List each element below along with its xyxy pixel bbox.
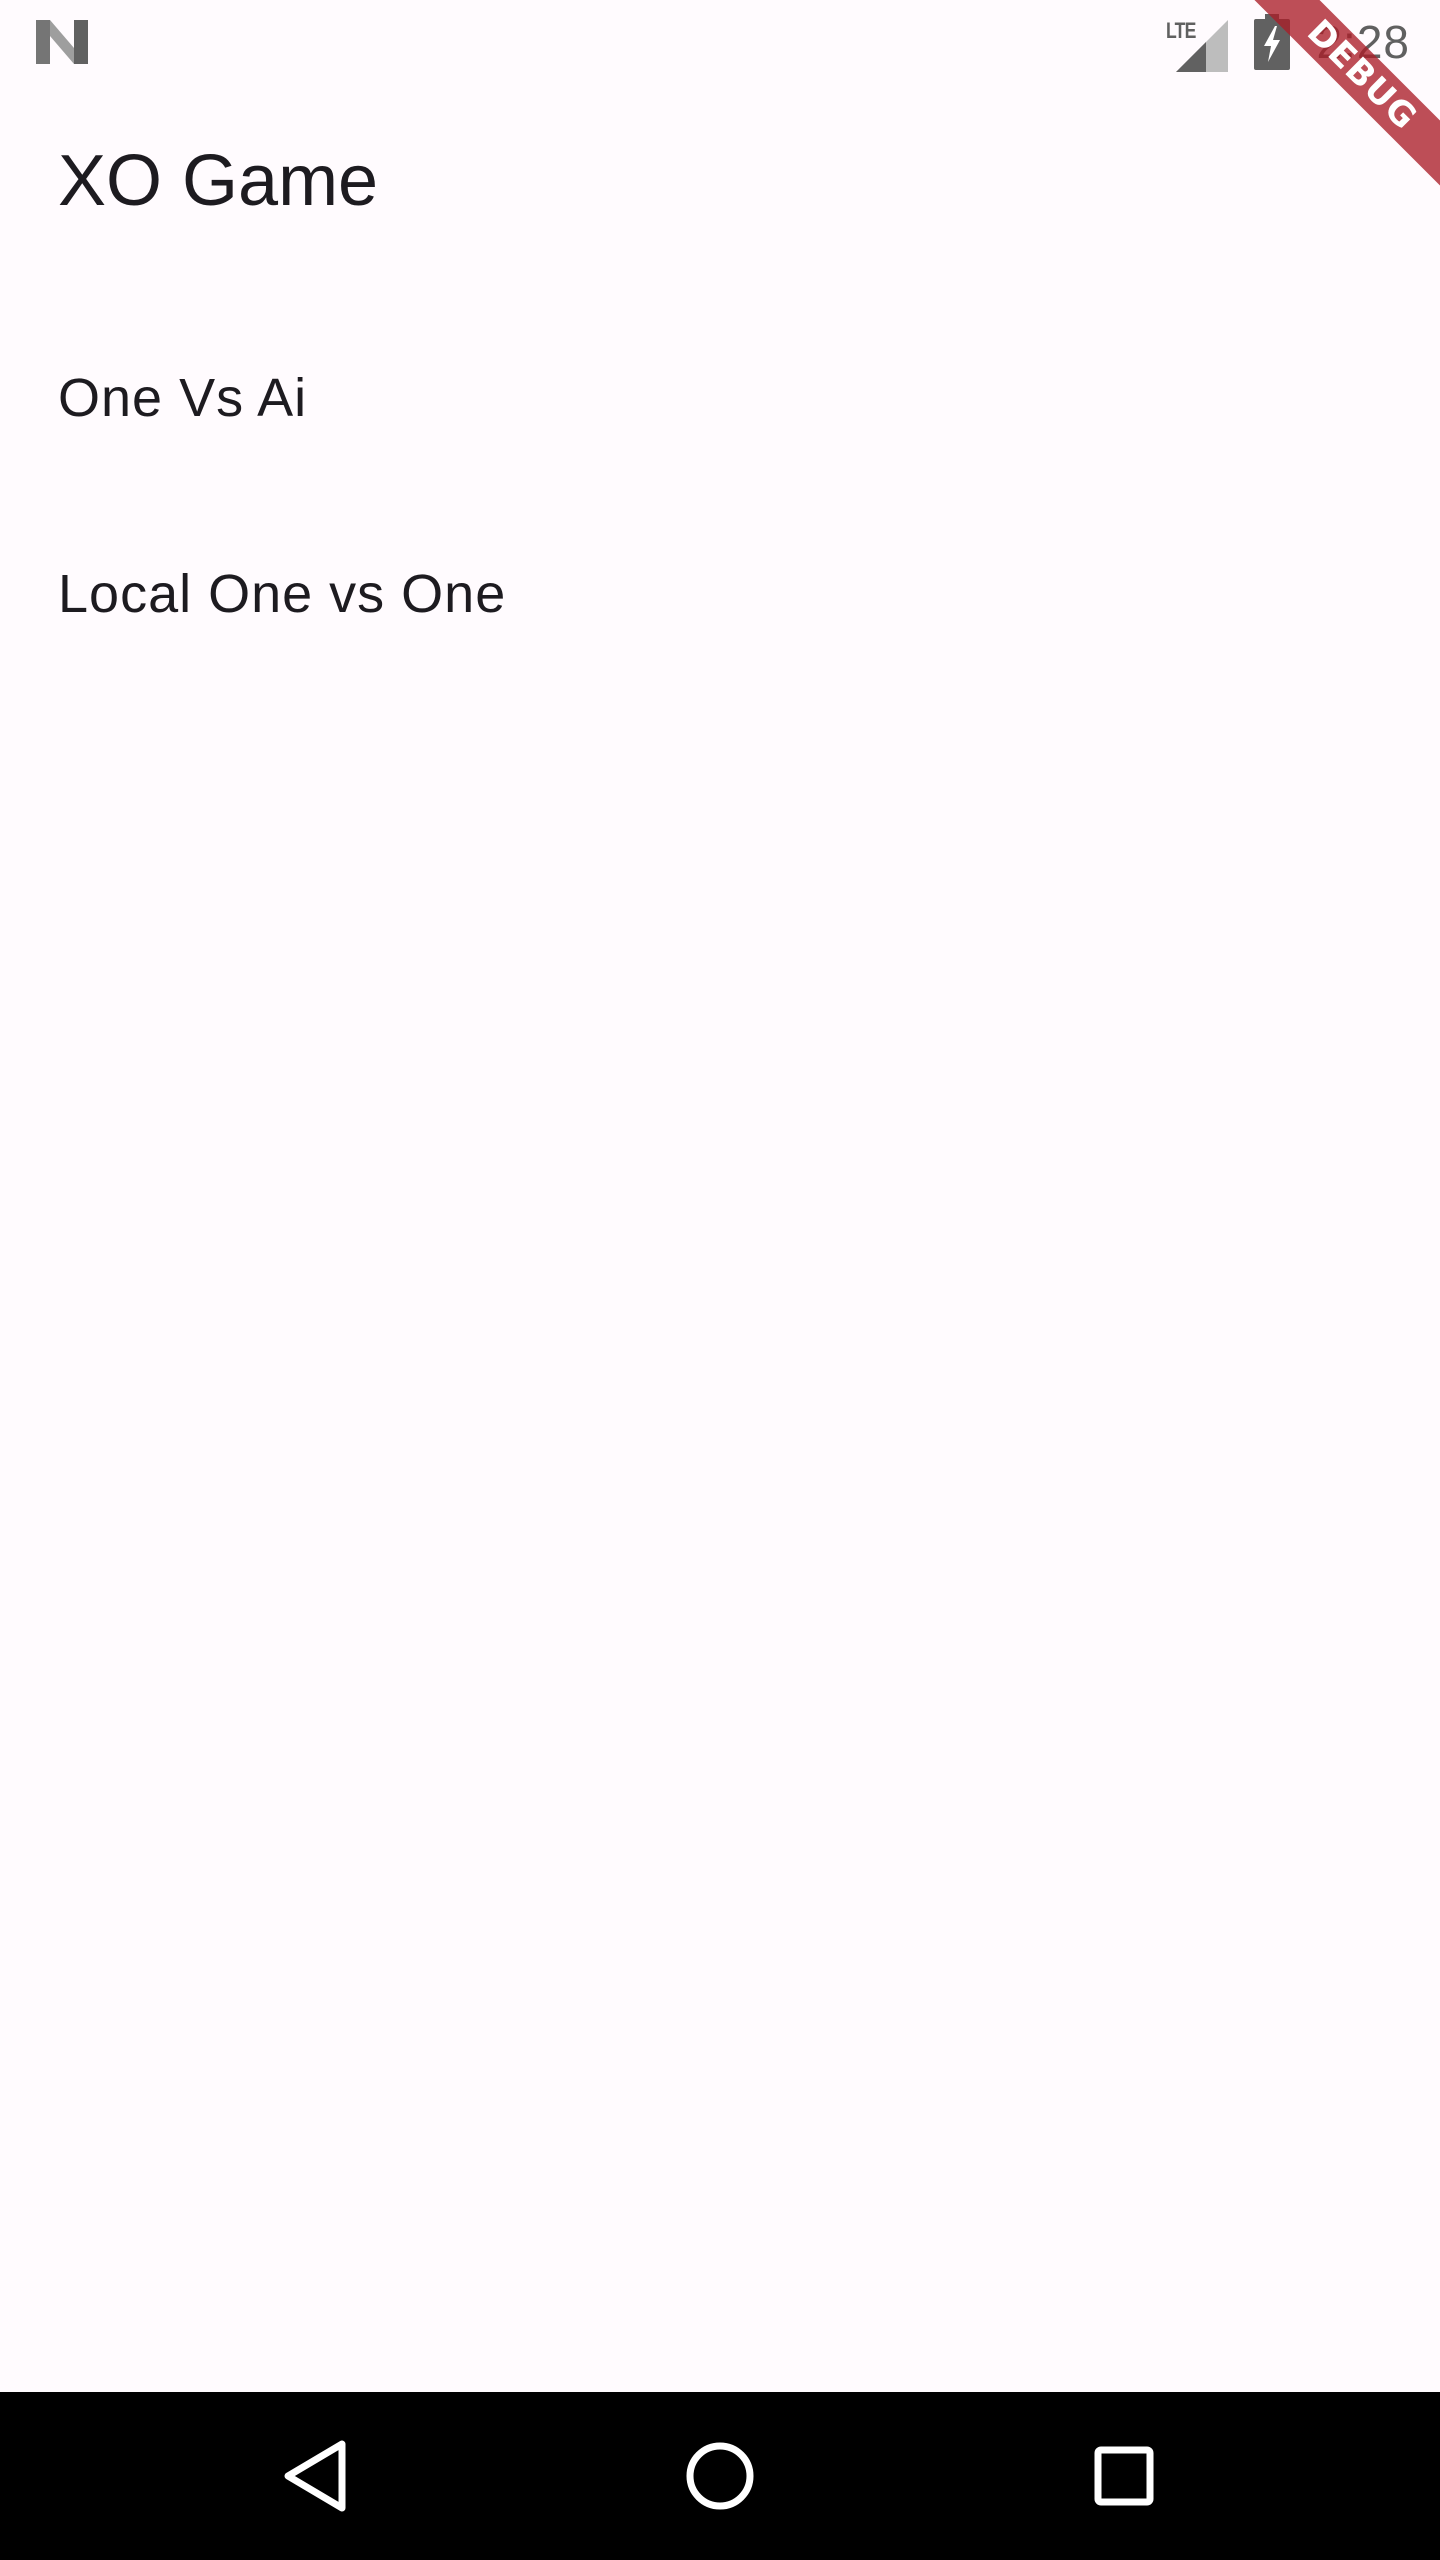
battery-charging-icon bbox=[1254, 14, 1291, 70]
n-logo-icon bbox=[36, 20, 88, 64]
home-icon[interactable] bbox=[680, 2436, 760, 2516]
recents-icon[interactable] bbox=[1084, 2436, 1164, 2516]
navigation-bar bbox=[0, 2392, 1440, 2560]
status-bar: LTE 2:28 bbox=[0, 0, 1440, 84]
status-indicators: LTE 2:28 bbox=[1166, 10, 1410, 74]
menu-item-local-one-vs-one[interactable]: Local One vs One bbox=[0, 496, 1440, 692]
network-indicator: LTE bbox=[1166, 14, 1229, 72]
menu-item-one-vs-ai[interactable]: One Vs Ai bbox=[0, 300, 1440, 496]
status-time: 2:28 bbox=[1316, 16, 1410, 68]
back-icon[interactable] bbox=[276, 2436, 356, 2516]
page-title: XO Game bbox=[58, 141, 379, 221]
game-mode-menu: One Vs Ai Local One vs One bbox=[0, 300, 1440, 692]
network-type-label: LTE bbox=[1166, 18, 1197, 43]
